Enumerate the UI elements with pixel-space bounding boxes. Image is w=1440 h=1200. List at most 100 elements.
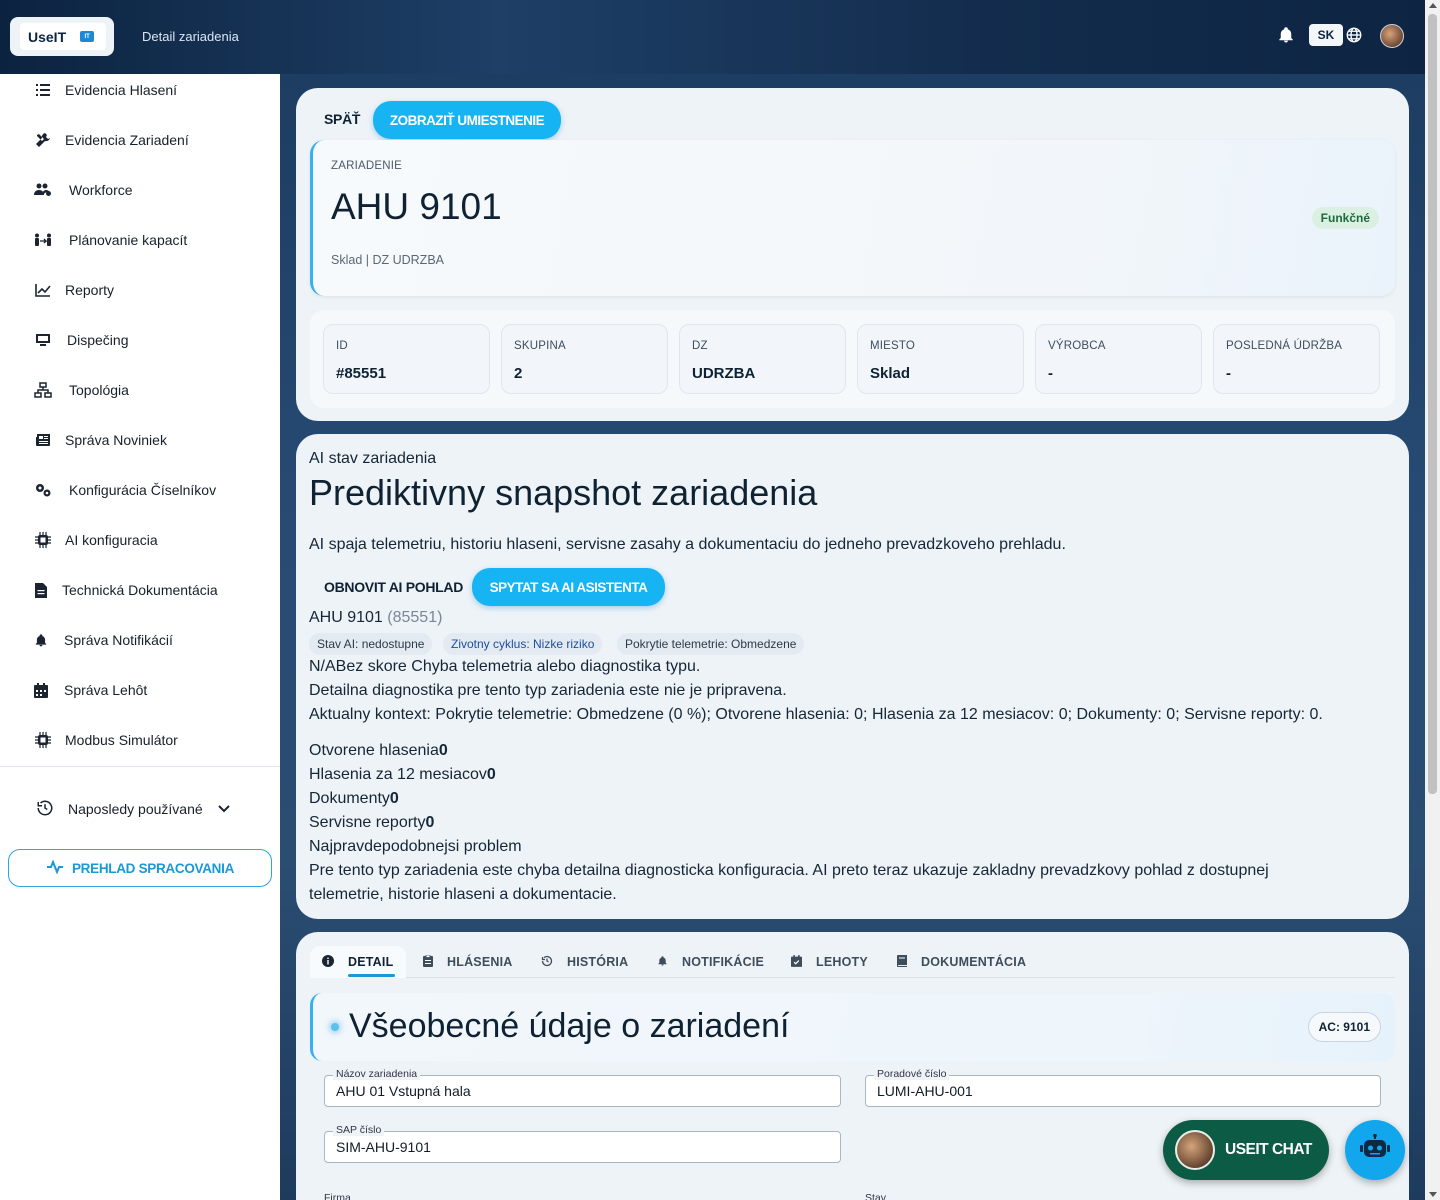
logo-badge: IT [80, 31, 95, 42]
info-box-id: ID #85551 [323, 324, 490, 394]
info-value: - [1048, 365, 1053, 382]
tab-notifikacie[interactable]: NOTIFIKÁCIE [657, 946, 764, 978]
tools-icon [34, 131, 52, 149]
detail-tabs: DETAIL HLÁSENIA HISTÓRIA NOTIFIKÁCIE LEH… [310, 946, 1395, 978]
sidebar-item-workforce[interactable]: Workforce [0, 170, 280, 210]
tab-dokumentacia[interactable]: DOKUMENTÁCIA [897, 946, 1026, 978]
user-avatar[interactable] [1380, 24, 1404, 48]
logo-text: UseIT [28, 28, 67, 45]
ai-bot-button[interactable] [1345, 1120, 1405, 1180]
back-button[interactable]: SPÄŤ [324, 111, 360, 127]
prehlad-spracovania-button[interactable]: PREHLAD SPRACOVANIA [8, 849, 272, 887]
chart-line-icon [34, 281, 52, 299]
info-key: SKUPINA [514, 340, 566, 352]
calendar-icon [32, 681, 50, 699]
ac-badge: AC: 9101 [1307, 1012, 1381, 1042]
section-title: Všeobecné údaje o zariadení [349, 1007, 790, 1045]
scroll-thumb[interactable] [1428, 14, 1437, 794]
ai-section-label: AI stav zariadenia [309, 450, 437, 467]
stat-documents: Dokumenty0 [309, 790, 399, 807]
globe-icon[interactable] [1345, 26, 1363, 44]
chevron-down-icon [217, 801, 231, 817]
tab-label: DOKUMENTÁCIA [921, 955, 1027, 969]
sidebar: Evidencia Hlasení Evidencia Zariadení Wo… [0, 74, 280, 1200]
sidebar-item-label: Modbus Simulátor [65, 732, 178, 748]
sidebar-item-planovanie[interactable]: Plánovanie kapacít [0, 220, 280, 260]
info-box-posledna-udrzba: POSLEDNÁ ÚDRŽBA - [1213, 324, 1380, 394]
chip-icon [34, 531, 52, 549]
ai-device-name: AHU 9101 [309, 609, 383, 626]
info-key: VÝROBCA [1048, 340, 1106, 352]
tab-label: NOTIFIKÁCIE [682, 955, 765, 969]
refresh-ai-button[interactable]: OBNOVIT AI POHLAD [324, 579, 463, 595]
sap-number-field[interactable]: SAP číslo SIM-AHU-9101 [324, 1124, 841, 1163]
ask-ai-assistant-button[interactable]: SPYTAT SA AI ASISTENTA [472, 568, 665, 606]
device-location: Sklad | DZ UDRZBA [331, 253, 444, 267]
info-box-dz: DZ UDRZBA [679, 324, 846, 394]
sidebar-item-reporty[interactable]: Reporty [0, 270, 280, 310]
device-title: AHU 9101 [331, 186, 502, 227]
document-icon [32, 581, 50, 599]
sidebar-item-modbus-simulator[interactable]: Modbus Simulátor [0, 720, 280, 760]
sidebar-item-label: Správa Noviniek [65, 432, 167, 448]
logo[interactable]: UseIT IT [10, 17, 114, 56]
sidebar-item-evidencia-zariadeni[interactable]: Evidencia Zariadení [0, 120, 280, 160]
sidebar-item-sprava-lehot[interactable]: Správa Lehôt [0, 670, 280, 710]
general-info-header: Všeobecné údaje o zariadení AC: 9101 [310, 993, 1395, 1061]
ai-description: AI spaja telemetriu, historiu hlaseni, s… [309, 536, 1066, 553]
sidebar-item-konfiguracia-ciselnikov[interactable]: Konfigurácia Číselníkov [0, 470, 280, 510]
info-box-skupina: SKUPINA 2 [501, 324, 668, 394]
tab-hlasenia[interactable]: HLÁSENIA [423, 946, 513, 978]
field-label: SAP číslo [333, 1124, 385, 1136]
page-title: Detail zariadenia [142, 29, 239, 44]
info-value: - [1226, 365, 1231, 382]
sidebar-item-label: Správa Notifikácií [64, 632, 173, 648]
device-info-grid: ID #85551 SKUPINA 2 DZ UDRZBA MIESTO Skl… [310, 310, 1395, 408]
info-value: UDRZBA [692, 365, 756, 382]
sidebar-item-label: Evidencia Zariadení [65, 132, 189, 148]
problem-label: Najpravdepodobnejsi problem [309, 838, 522, 855]
page-scrollbar[interactable] [1425, 0, 1440, 1200]
hero-label: ZARIADENIE [331, 160, 403, 172]
info-value: #85551 [336, 365, 387, 382]
info-key: DZ [692, 340, 708, 352]
sidebar-item-topologia[interactable]: Topológia [0, 370, 280, 410]
sidebar-item-sprava-noviniek[interactable]: Správa Noviniek [0, 420, 280, 460]
info-box-miesto: MIESTO Sklad [857, 324, 1024, 394]
sidebar-item-evidencia-hlaseni[interactable]: Evidencia Hlasení [0, 70, 280, 110]
problem-text-line-2: telemetrie, historie hlaseni a dokumenta… [309, 886, 617, 903]
scroll-down-icon[interactable] [1429, 1192, 1437, 1197]
notifications-bell-icon[interactable] [1277, 26, 1295, 44]
sidebar-item-label: Topológia [69, 382, 129, 398]
sidebar-item-dispecing[interactable]: Dispečing [0, 320, 280, 360]
robot-icon [1360, 1133, 1390, 1167]
device-name-field[interactable]: Názov zariadenia AHU 01 Vstupná hala [324, 1068, 841, 1107]
info-key: ID [336, 340, 348, 352]
book-icon [897, 954, 907, 970]
chip-ai-status: Stav AI: nedostupne [309, 633, 433, 655]
language-selector[interactable]: SK [1309, 24, 1343, 46]
gears-icon [34, 481, 52, 499]
tab-historia[interactable]: HISTÓRIA [541, 946, 628, 978]
stat-open-reports: Otvorene hlasenia0 [309, 742, 448, 759]
ai-device-id: (85551) [387, 609, 443, 626]
scroll-up-icon[interactable] [1429, 3, 1437, 8]
recently-used-toggle[interactable]: Naposledy používané [36, 798, 231, 820]
tab-lehoty[interactable]: LEHOTY [791, 946, 868, 978]
list-icon [34, 81, 52, 99]
show-location-button[interactable]: ZOBRAZIŤ UMIESTNENIE [373, 101, 561, 139]
field-value: SIM-AHU-9101 [336, 1139, 431, 1155]
info-value: Sklad [870, 365, 911, 382]
chat-avatar [1175, 1130, 1215, 1170]
useit-chat-button[interactable]: USEIT CHAT [1163, 1120, 1329, 1180]
info-box-vyrobca: VÝROBCA - [1035, 324, 1202, 394]
sidebar-item-sprava-notifikacii[interactable]: Správa Notifikácií [0, 620, 280, 660]
serial-number-field[interactable]: Poradové číslo LUMI-AHU-001 [865, 1068, 1381, 1107]
ai-title: Prediktivny snapshot zariadenia [309, 472, 818, 513]
history-icon [36, 799, 54, 820]
field-value: LUMI-AHU-001 [877, 1083, 973, 1099]
chip-lifecycle: Zivotny cyklus: Nizke riziko [443, 633, 603, 655]
sidebar-item-ai-konfiguracia[interactable]: AI konfiguracia [0, 520, 280, 560]
sidebar-item-technicka-dokumentacia[interactable]: Technická Dokumentácia [0, 570, 280, 610]
ai-score-line: N/ABez skore Chyba telemetria alebo diag… [309, 658, 701, 675]
